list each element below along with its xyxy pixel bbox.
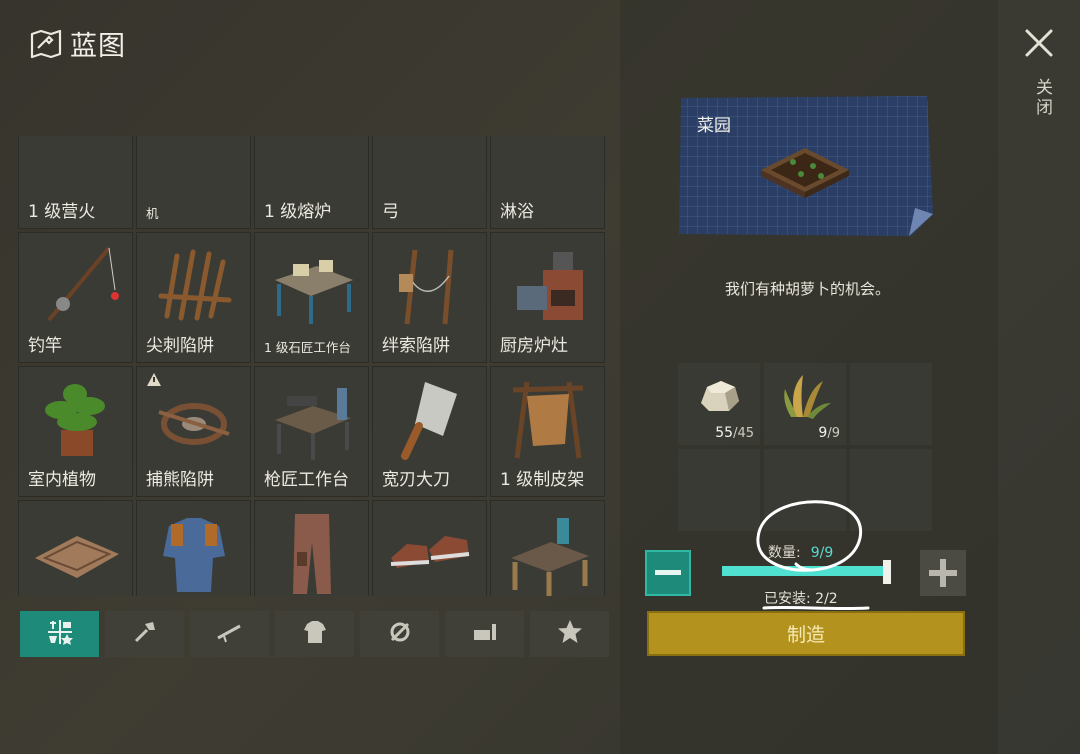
blueprint-cell[interactable]: 1 级营火 (18, 136, 133, 229)
craft-button[interactable]: 制造 (647, 611, 965, 656)
tanning-rack-icon (503, 374, 593, 464)
favorites-icon (556, 618, 584, 650)
empty-slot (850, 449, 932, 531)
tab-favorites[interactable] (530, 611, 609, 657)
furniture-icon (471, 618, 499, 650)
blueprint-label: 1 级制皮架 (500, 470, 585, 490)
blueprint-name: 菜园 (697, 116, 731, 136)
doormat-icon (31, 508, 121, 596)
blueprint-cell[interactable]: 绊索陷阱 (372, 232, 487, 363)
tab-weapons[interactable] (190, 611, 269, 657)
blueprint-label: 宽刃大刀 (382, 470, 450, 490)
blueprint-cell[interactable]: 1 级石匠工作台 (254, 232, 369, 363)
tripwire-trap-icon (385, 240, 475, 330)
blueprint-cell[interactable]: 捕熊陷阱 (136, 366, 251, 497)
tools-icon (131, 618, 159, 650)
blueprint-label: 厨房炉灶 (500, 336, 568, 356)
blueprint-cell[interactable]: 1 级工作台 (490, 500, 605, 596)
empty-slot (850, 363, 932, 445)
header: 蓝图 (30, 24, 126, 63)
tab-tools[interactable] (105, 611, 184, 657)
blueprint-cell[interactable]: 钓竿 (18, 232, 133, 363)
category-tabs (20, 611, 609, 657)
gunsmith-bench-icon (267, 374, 357, 464)
spike-trap-icon (149, 240, 239, 330)
canvas-shoes-icon (385, 508, 475, 596)
fishing-rod-icon (31, 240, 121, 330)
blueprint-cell[interactable]: 尖刺陷阱 (136, 232, 251, 363)
blueprint-cell[interactable]: 厨房炉灶 (490, 232, 605, 363)
blueprint-preview: 菜园 (677, 96, 935, 238)
blueprint-cell[interactable]: 强化衬衫 (136, 500, 251, 596)
reinforced-pants-icon (267, 508, 357, 596)
blueprint-grid: 1 级营火 机 1 级熔炉 弓 淋浴钓竿 尖刺陷阱 1 级石匠工作台 绊索陷阱 厨房炉灶室内植物… (18, 136, 608, 596)
tab-crafting[interactable] (360, 611, 439, 657)
clothing-icon (301, 618, 329, 650)
blueprint-label: 1 级石匠工作台 (264, 340, 351, 355)
blueprint-cell[interactable]: 弓 (372, 136, 487, 229)
page-title: 蓝图 (70, 31, 126, 62)
quantity-slider[interactable] (722, 566, 886, 576)
blueprint-label: 机 (146, 206, 159, 221)
reinforced-shirt-icon (149, 508, 239, 596)
plant-fiber-icon (777, 371, 833, 421)
blueprint-label: 1 级营火 (28, 202, 96, 222)
ingredient-have: 55 (715, 425, 734, 441)
mason-bench-icon (267, 240, 357, 330)
cleaver-icon (385, 374, 475, 464)
blueprint-label: 枪匠工作台 (264, 470, 349, 490)
blueprint-cell[interactable]: 1 级熔炉 (254, 136, 369, 229)
increase-button[interactable] (920, 550, 966, 596)
ingredient-slot[interactable]: 55/45 (678, 363, 760, 445)
kitchen-stove-icon (503, 240, 593, 330)
blueprint-cell[interactable]: 门垫 (18, 500, 133, 596)
blueprint-label: 淋浴 (500, 202, 534, 222)
all-icon (46, 618, 74, 650)
tab-clothing[interactable] (275, 611, 354, 657)
blueprint-cell[interactable]: 1 级制皮架 (490, 366, 605, 497)
warning-badge-icon (146, 372, 162, 388)
blueprint-cell[interactable]: 淋浴 (490, 136, 605, 229)
quantity-readout: 数量: 9/9 (768, 542, 833, 562)
blueprint-label: 弓 (382, 202, 399, 222)
blueprint-description: 我们有种胡萝卜的机会。 (724, 280, 890, 298)
blueprint-label: 捕熊陷阱 (146, 470, 214, 490)
ingredient-need: 45 (737, 426, 754, 441)
blueprint-label: 1 级熔炉 (264, 202, 332, 222)
bear-trap-icon (149, 374, 239, 464)
empty-slot (678, 449, 760, 531)
quantity-label: 数量: (768, 545, 801, 561)
close-label[interactable]: 关闭 (1030, 78, 1055, 118)
close-icon[interactable] (1024, 28, 1054, 58)
minus-icon (655, 570, 681, 575)
blueprint-label: 尖刺陷阱 (146, 336, 214, 356)
workbench-icon (503, 508, 593, 596)
ingredient-need: 9 (831, 426, 840, 441)
tab-furniture[interactable] (445, 611, 524, 657)
decrease-button[interactable] (645, 550, 691, 596)
blueprint-label: 绊索陷阱 (382, 336, 450, 356)
slider-handle[interactable] (883, 560, 891, 584)
empty-slot (764, 449, 846, 531)
crafting-icon (386, 618, 414, 650)
ingredient-have: 9 (818, 425, 828, 441)
blueprint-cell[interactable]: 宽刃大刀 (372, 366, 487, 497)
blueprint-icon (30, 29, 62, 59)
stone-icon (691, 371, 747, 421)
blueprint-cell[interactable]: 枪匠工作台 (254, 366, 369, 497)
blueprint-cell[interactable]: 强化裤子 (254, 500, 369, 596)
tab-all[interactable] (20, 611, 99, 657)
blueprint-label: 室内植物 (28, 470, 96, 490)
blueprint-cell[interactable]: 室内植物 (18, 366, 133, 497)
house-plant-icon (31, 374, 121, 464)
quantity-value: 9/9 (810, 545, 834, 561)
installed-count: 已安装: 2/2 (764, 591, 838, 607)
blueprint-label: 钓竿 (28, 336, 62, 356)
blueprint-cell[interactable]: 强化帆布鞋 (372, 500, 487, 596)
ingredient-slot[interactable]: 9/9 (764, 363, 846, 445)
weapons-icon (216, 618, 244, 650)
ingredient-slots: 55/45 9/9 (678, 363, 932, 531)
blueprint-cell[interactable]: 机 (136, 136, 251, 229)
